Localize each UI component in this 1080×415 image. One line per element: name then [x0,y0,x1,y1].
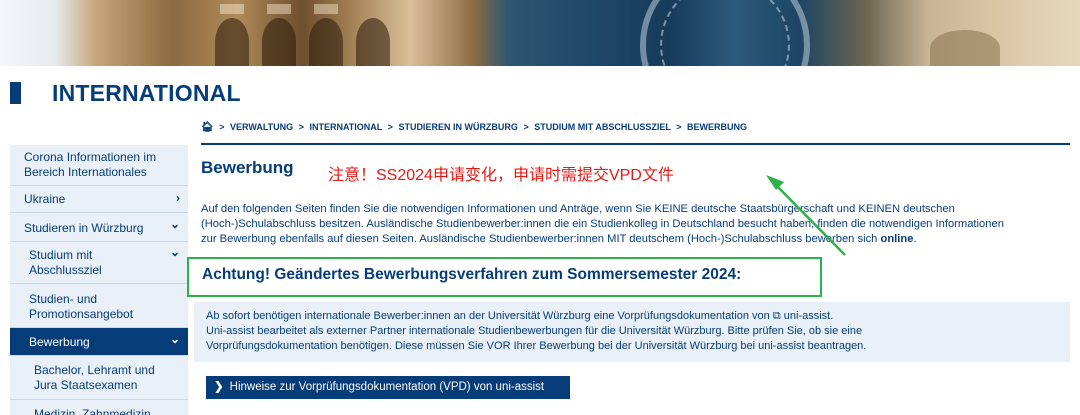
external-link-icon[interactable]: ⧉ [773,310,781,322]
info-line: Ab sofort benötigen internationale Bewer… [206,310,834,322]
online-link[interactable]: online [881,233,914,245]
info-box: Ab sofort benötigen internationale Bewer… [194,302,1070,362]
section-title: INTERNATIONAL [52,80,241,106]
breadcrumb-separator: > [387,122,393,132]
intro-line: Auf den folgenden Seiten finden Sie die … [201,203,955,215]
sidebar-item-bewerbung[interactable]: Bewerbung ⌄ [10,328,188,356]
page-title: Bewerbung [201,158,294,177]
breadcrumb-item-international[interactable]: INTERNATIONAL [309,122,382,132]
info-line: Uni-assist bearbeitet als externer Partn… [206,325,863,337]
chevron-right-icon: › [176,191,180,205]
intro-line: zur Bewerbung ebenfalls auf diesen Seite… [201,233,881,245]
breadcrumb-item-studieren[interactable]: STUDIEREN IN WÜRZBURG [398,122,518,132]
info-line: Vorprüfungsdokumentation benötigen. Dies… [206,340,867,352]
sidebar-item-medizin[interactable]: Medizin, Zahnmedizin [10,400,188,415]
breadcrumb-item-bewerbung[interactable]: BEWERBUNG [687,122,747,132]
intro-text: Auf den folgenden Seiten finden Sie die … [201,202,1071,247]
breadcrumb-item-studium[interactable]: STUDIUM MIT ABSCHLUSSZIEL [534,122,671,132]
breadcrumb-separator: > [298,122,304,132]
vpd-info-button-label: Hinweise zur Vorprüfungsdokumentation (V… [229,381,545,393]
intro-line: (Hoch-)Schulabschluss besitzen. Ausländi… [201,218,1004,230]
sidebar-item-studienangebot[interactable]: Studien- und Promotionsangebot [10,284,188,328]
page-root: INTERNATIONAL 🏠︎ > VERWALTUNG > INTERNAT… [0,0,1080,415]
section-title-marker [10,82,21,104]
sidebar-item-studieren[interactable]: Studieren in Würzburg ⌄ [10,213,188,242]
breadcrumb-separator: > [219,122,225,132]
chevron-down-icon: ⌄ [169,217,180,231]
sidebar-item-bachelor[interactable]: Bachelor, Lehramt und Jura Staatsexamen [10,356,188,400]
notice-heading: Achtung! Geändertes Bewerbungsverfahren … [202,266,742,283]
breadcrumb-separator: > [676,122,682,132]
sidebar-item-label: Ukraine [24,192,66,206]
header-photo [0,0,1080,66]
uni-assist-link[interactable]: uni-assist. [781,310,834,322]
breadcrumb-separator: > [523,122,529,132]
sidebar-item-studium[interactable]: Studium mit Abschlussziel ⌄ [10,242,188,284]
sidebar-item-label: Medizin, Zahnmedizin [34,407,151,415]
sidebar-item-label: Corona Informationen im Bereich Internat… [24,150,157,179]
sidebar-item-corona[interactable]: Corona Informationen im Bereich Internat… [10,145,188,186]
breadcrumb: 🏠︎ > VERWALTUNG > INTERNATIONAL > STUDIE… [201,122,747,133]
home-icon[interactable]: 🏠︎ [201,122,214,133]
sidebar-item-label: Bewerbung [29,335,90,349]
chevron-right-icon: ❯ [214,381,224,393]
sidebar-item-label: Studieren in Würzburg [24,221,144,235]
breadcrumb-item-verwaltung[interactable]: VERWALTUNG [230,122,293,132]
sidebar-item-ukraine[interactable]: Ukraine › [10,186,188,213]
chevron-down-icon: ⌄ [169,332,180,346]
content-divider [201,143,1070,145]
intro-line-end: . [913,233,917,245]
sidebar-item-label: Studien- und Promotionsangebot [29,292,134,321]
vpd-info-button[interactable]: ❯ Hinweise zur Vorprüfungsdokumentation (… [206,376,570,399]
chevron-down-icon: ⌄ [169,245,180,259]
annotation-note: 注意！SS2024申请变化，申请时需提交VPD文件 [328,167,674,184]
sidebar-item-label: Bachelor, Lehramt und Jura Staatsexamen [34,363,155,392]
sidebar-item-label: Studium mit Abschlussziel [29,248,102,277]
